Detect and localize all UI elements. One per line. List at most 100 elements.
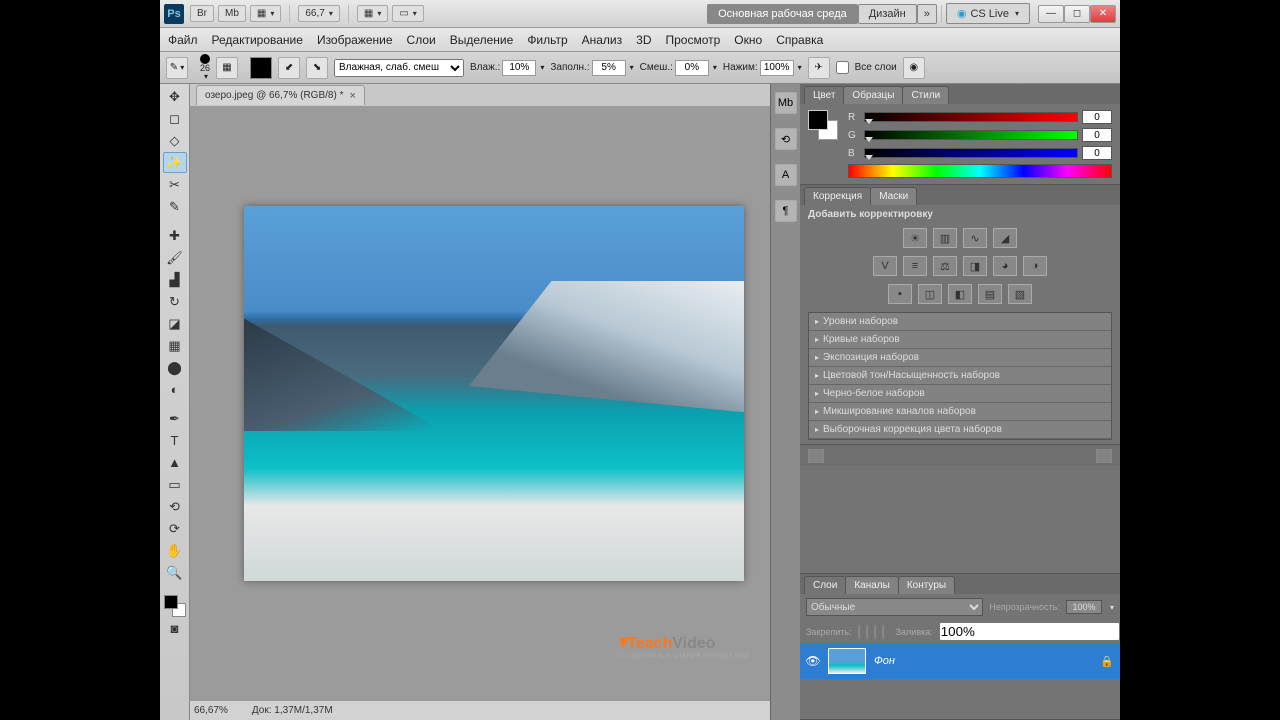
menu-analysis[interactable]: Анализ bbox=[582, 33, 623, 47]
history-brush-tool[interactable]: ↻ bbox=[163, 291, 187, 312]
adj-gradient-map-icon[interactable]: ▤ bbox=[978, 284, 1002, 304]
zoom-tool[interactable]: 🔍 bbox=[163, 562, 187, 583]
stamp-tool[interactable]: ▟ bbox=[163, 269, 187, 290]
airbrush-toggle[interactable]: ✈ bbox=[808, 57, 830, 79]
adj-threshold-icon[interactable]: ◧ bbox=[948, 284, 972, 304]
menu-layer[interactable]: Слои bbox=[407, 33, 436, 47]
menu-help[interactable]: Справка bbox=[776, 33, 823, 47]
layer-row[interactable]: 👁 Фон 🔒 bbox=[800, 643, 1120, 679]
status-zoom[interactable]: 66,67% bbox=[194, 705, 228, 716]
preset-item[interactable]: Экспозиция наборов bbox=[809, 349, 1111, 367]
screen-mode-button[interactable]: ▭ bbox=[392, 5, 423, 22]
b-slider[interactable] bbox=[864, 148, 1078, 158]
workspace-essentials-button[interactable]: Основная рабочая среда bbox=[707, 4, 858, 24]
color-panel-swatch[interactable] bbox=[808, 110, 838, 140]
adj-curves-icon[interactable]: ∿ bbox=[963, 228, 987, 248]
adj-selective-icon[interactable]: ▨ bbox=[1008, 284, 1032, 304]
wet-input[interactable] bbox=[502, 60, 536, 76]
type-tool[interactable]: T bbox=[163, 430, 187, 451]
adj-photo-filter-icon[interactable]: ◕ bbox=[993, 256, 1017, 276]
magic-wand-tool[interactable]: ✨ bbox=[163, 152, 187, 173]
mix-input[interactable] bbox=[675, 60, 709, 76]
wet-preset-select[interactable]: Влажная, слаб. смеш bbox=[334, 59, 464, 77]
adj-hue-icon[interactable]: ≡ bbox=[903, 256, 927, 276]
lasso-tool[interactable]: ◇ bbox=[163, 130, 187, 151]
adj-invert-icon[interactable]: ▪ bbox=[888, 284, 912, 304]
menu-3d[interactable]: 3D bbox=[636, 33, 651, 47]
preset-item[interactable]: Черно-белое наборов bbox=[809, 385, 1111, 403]
tab-swatches[interactable]: Образцы bbox=[843, 86, 903, 104]
preset-item[interactable]: Уровни наборов bbox=[809, 313, 1111, 331]
canvas-viewport[interactable]: ▾TeachVideo ПОСМОТРИ КАК ЗНАНИЯ МЕНЯЮТ М… bbox=[190, 106, 770, 700]
adj-view-icon[interactable] bbox=[1096, 449, 1112, 463]
adj-vibrance-icon[interactable]: V bbox=[873, 256, 897, 276]
blur-tool[interactable]: ⬤ bbox=[163, 357, 187, 378]
lock-all-icon[interactable] bbox=[882, 625, 884, 639]
gradient-tool[interactable]: ▦ bbox=[163, 335, 187, 356]
wet-flyout[interactable] bbox=[538, 62, 544, 73]
menu-file[interactable]: Файл bbox=[168, 33, 198, 47]
spectrum-ramp[interactable] bbox=[848, 164, 1112, 178]
tool-preset-picker[interactable]: ✎ bbox=[166, 57, 188, 79]
close-tab-icon[interactable]: × bbox=[349, 90, 355, 102]
tablet-pressure-icon[interactable]: ◉ bbox=[903, 57, 925, 79]
lock-transparent-icon[interactable] bbox=[858, 625, 860, 639]
flow-input[interactable] bbox=[760, 60, 794, 76]
preset-item[interactable]: Цветовой тон/Насыщенность наборов bbox=[809, 367, 1111, 385]
adj-levels-icon[interactable]: ▥ bbox=[933, 228, 957, 248]
r-slider[interactable] bbox=[864, 112, 1078, 122]
load-brush-icon[interactable]: ⬋ bbox=[278, 57, 300, 79]
paragraph-panel-icon[interactable]: ¶ bbox=[775, 200, 797, 222]
layer-visibility-icon[interactable]: 👁 bbox=[806, 654, 820, 668]
adjustment-presets-list[interactable]: Уровни наборов Кривые наборов Экспозиция… bbox=[808, 312, 1112, 440]
adj-bw-icon[interactable]: ◨ bbox=[963, 256, 987, 276]
minibridge-button[interactable]: Mb bbox=[218, 5, 246, 22]
quick-mask-toggle[interactable]: ◙ bbox=[163, 618, 187, 639]
mix-flyout[interactable] bbox=[711, 62, 717, 73]
preset-item[interactable]: Кривые наборов bbox=[809, 331, 1111, 349]
character-panel-icon[interactable]: A bbox=[775, 164, 797, 186]
menu-image[interactable]: Изображение bbox=[317, 33, 393, 47]
bridge-button[interactable]: Br bbox=[190, 5, 214, 22]
current-color-swatch[interactable] bbox=[250, 57, 272, 79]
load-input[interactable] bbox=[592, 60, 626, 76]
lock-image-icon[interactable] bbox=[866, 625, 868, 639]
flow-flyout[interactable] bbox=[796, 62, 802, 73]
menu-edit[interactable]: Редактирование bbox=[212, 33, 303, 47]
cslive-button[interactable]: ◉CS Live bbox=[946, 3, 1030, 24]
preset-item[interactable]: Выборочная коррекция цвета наборов bbox=[809, 421, 1111, 439]
b-input[interactable] bbox=[1082, 146, 1112, 160]
g-slider[interactable] bbox=[864, 130, 1078, 140]
tab-styles[interactable]: Стили bbox=[902, 86, 949, 104]
arrange-docs-button[interactable]: ▦ bbox=[357, 5, 388, 22]
layer-thumbnail[interactable] bbox=[828, 648, 866, 674]
tab-masks[interactable]: Маски bbox=[870, 187, 917, 205]
tab-adjustments[interactable]: Коррекция bbox=[804, 187, 871, 205]
pen-tool[interactable]: ✒ bbox=[163, 408, 187, 429]
3d-camera-tool[interactable]: ⟳ bbox=[163, 518, 187, 539]
3d-tool[interactable]: ⟲ bbox=[163, 496, 187, 517]
adj-clip-icon[interactable] bbox=[808, 449, 824, 463]
brush-picker[interactable]: 26 bbox=[200, 54, 210, 81]
minimize-button[interactable]: — bbox=[1038, 5, 1064, 23]
blend-mode-select[interactable]: Обычные bbox=[806, 598, 983, 616]
path-select-tool[interactable]: ▲ bbox=[163, 452, 187, 473]
preset-item[interactable]: Микширование каналов наборов bbox=[809, 403, 1111, 421]
tab-paths[interactable]: Контуры bbox=[898, 576, 955, 594]
hand-tool[interactable]: ✋ bbox=[163, 540, 187, 561]
document-tab[interactable]: озеро.jpeg @ 66,7% (RGB/8) * × bbox=[196, 85, 365, 105]
fill-input[interactable] bbox=[939, 622, 1120, 641]
clean-brush-icon[interactable]: ⬊ bbox=[306, 57, 328, 79]
color-picker[interactable] bbox=[164, 595, 186, 617]
history-panel-icon[interactable]: ⟲ bbox=[775, 128, 797, 150]
status-docsize[interactable]: Док: 1,37M/1,37M bbox=[252, 705, 333, 716]
g-input[interactable] bbox=[1082, 128, 1112, 142]
brush-tool[interactable]: 🖌 bbox=[163, 247, 187, 268]
crop-tool[interactable]: ✂ bbox=[163, 174, 187, 195]
brush-panel-toggle[interactable]: ▦ bbox=[216, 57, 238, 79]
all-layers-checkbox[interactable] bbox=[836, 61, 849, 74]
opacity-input[interactable] bbox=[1066, 600, 1102, 614]
layer-name[interactable]: Фон bbox=[874, 655, 1092, 667]
move-tool[interactable]: ✥ bbox=[163, 86, 187, 107]
tab-layers[interactable]: Слои bbox=[804, 576, 846, 594]
